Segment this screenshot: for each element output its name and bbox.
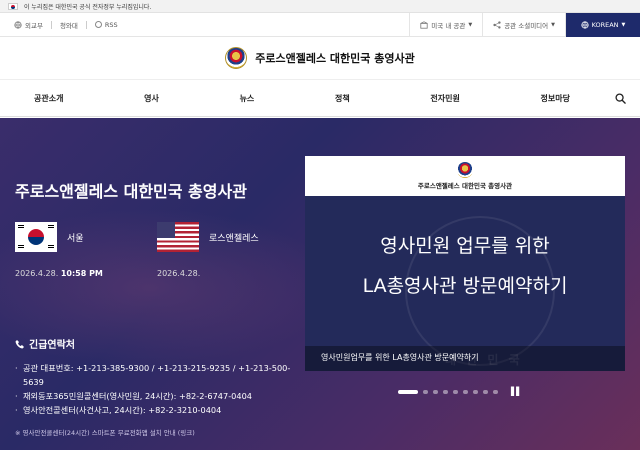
nav-item-info[interactable]: 정보마당 xyxy=(541,93,570,104)
consulate-emblem-icon xyxy=(457,162,473,178)
gov-banner-text: 이 누리집은 대한민국 공식 전자정부 누리집입니다. xyxy=(24,3,152,11)
social-dropdown-label: 공관 소셜미디어 xyxy=(504,22,549,30)
main-nav: 공관소개 영사 뉴스 정책 전자민원 정보마당 xyxy=(0,79,640,117)
nav-item-news[interactable]: 뉴스 xyxy=(240,93,255,104)
slide-dot[interactable] xyxy=(443,389,448,394)
emergency-heading: 긴급연락처 xyxy=(29,340,75,351)
slide-dot[interactable] xyxy=(473,389,478,394)
utility-bar: 외교부 청와대 RSS 미국 내 공관 ▼ 공관 소셜미디어 ▼ KOREAN … xyxy=(0,13,640,37)
usa-flag-icon xyxy=(157,222,199,252)
globe-icon xyxy=(14,20,22,29)
missions-dropdown-label: 미국 내 공관 xyxy=(431,22,466,30)
chevron-down-icon: ▼ xyxy=(621,22,626,28)
share-icon xyxy=(493,21,501,29)
slide-dot[interactable] xyxy=(463,389,468,394)
slide-headline-line2: LA총영사관 방문예약하기 xyxy=(362,275,568,297)
slide-dot[interactable] xyxy=(483,389,488,394)
nav-item-policy[interactable]: 정책 xyxy=(335,93,350,104)
util-link-label: 외교부 xyxy=(25,21,43,30)
emergency-line: 재외동포365민원콜센터(영사민원, 24시간): +82-2-6747-040… xyxy=(15,389,300,403)
search-icon[interactable] xyxy=(615,93,626,104)
divider xyxy=(50,20,52,29)
seoul-clock: 서울 xyxy=(15,222,84,252)
seoul-datetime: 2026.4.28. 10:58 PM xyxy=(15,269,103,278)
la-clock: 로스앤젤레스 xyxy=(157,222,259,252)
missions-dropdown[interactable]: 미국 내 공관 ▼ xyxy=(409,13,482,37)
la-datetime: 2026.4.28. xyxy=(157,269,200,278)
emergency-line: 영사안전콜센터(사건사고, 24시간): +82-2-3210-0404 xyxy=(15,403,300,417)
nav-item-e-services[interactable]: 전자민원 xyxy=(430,93,459,104)
korea-flag-icon xyxy=(8,2,18,10)
slide-dot[interactable] xyxy=(493,389,498,394)
slide-dot[interactable] xyxy=(433,389,438,394)
seoul-label: 서울 xyxy=(67,233,84,244)
phone-icon xyxy=(15,339,24,348)
pause-icon[interactable]: ▌▌ xyxy=(511,387,522,396)
util-link-label: 청와대 xyxy=(59,21,78,30)
building-icon xyxy=(420,21,428,29)
slide-pagination: ▌▌ xyxy=(398,387,522,396)
nav-item-about[interactable]: 공관소개 xyxy=(34,93,63,104)
hero-section: 주로스앤젤레스 대한민국 총영사관 서울 로스앤젤레스 2026.4.28. 1… xyxy=(0,118,640,450)
globe-icon xyxy=(580,21,589,29)
rss-icon xyxy=(94,21,102,28)
nav-item-consular[interactable]: 영사 xyxy=(144,93,159,104)
chevron-down-icon: ▼ xyxy=(468,22,473,28)
emergency-line: 공관 대표번호: +1-213-385-9300 / +1-213-215-92… xyxy=(15,361,300,389)
emergency-note-link[interactable]: ※ 영사안전콜센터(24시간) 스마트폰 무료전화앱 설치 안내 (링크) xyxy=(15,427,300,437)
slide-dot-active[interactable] xyxy=(398,389,418,394)
util-link-rss[interactable]: RSS xyxy=(94,20,118,29)
language-label: KOREAN xyxy=(591,21,619,29)
chevron-down-icon: ▼ xyxy=(551,22,555,28)
slide-header-title: 주로스앤젤레스 대한민국 총영사관 xyxy=(417,182,513,190)
emergency-contacts: 긴급연락처 공관 대표번호: +1-213-385-9300 / +1-213-… xyxy=(15,336,300,437)
site-title: 주로스앤젤레스 대한민국 총영사관 xyxy=(255,52,415,65)
korea-flag-icon xyxy=(15,222,57,252)
slide-caption[interactable]: 영사민원업무를 위한 LA총영사관 방문예약하기 xyxy=(305,346,625,371)
seoul-date: 2026.4.28. xyxy=(15,269,59,278)
consulate-emblem-icon xyxy=(225,47,248,69)
util-link-bluehouse[interactable]: 청와대 xyxy=(60,20,78,30)
social-dropdown[interactable]: 공관 소셜미디어 ▼ xyxy=(482,13,565,37)
slide-headline-line1: 영사민원 업무를 위한 xyxy=(380,235,550,257)
la-date: 2026.4.28. xyxy=(157,269,201,278)
gov-banner: 이 누리집은 대한민국 공식 전자정부 누리집입니다. xyxy=(0,0,640,13)
util-link-mofa[interactable]: 외교부 xyxy=(14,20,43,30)
util-link-label: RSS xyxy=(104,20,118,29)
divider xyxy=(85,20,87,29)
site-logo[interactable]: 주로스앤젤레스 대한민국 총영사관 xyxy=(0,37,640,79)
language-selector[interactable]: KOREAN ▼ xyxy=(565,13,640,37)
hero-title: 주로스앤젤레스 대한민국 총영사관 xyxy=(15,182,247,201)
slide-banner[interactable]: 주로스앤젤레스 대한민국 총영사관 대 한 민 국 영사민원 업무를 위한 LA… xyxy=(305,156,625,371)
la-label: 로스앤젤레스 xyxy=(209,233,259,244)
slide-dot[interactable] xyxy=(423,389,428,394)
slide-dot[interactable] xyxy=(453,389,458,394)
seoul-time: 10:58 PM xyxy=(60,269,103,278)
